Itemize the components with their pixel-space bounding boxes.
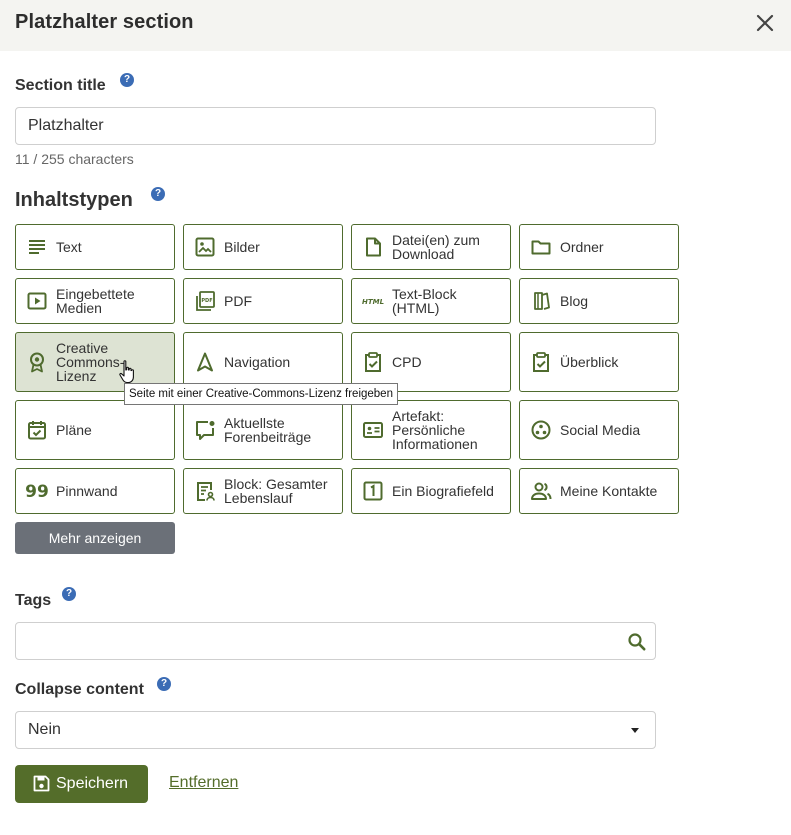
tags-label: Tags: [15, 592, 52, 609]
save-button-label: Speichern: [56, 775, 129, 792]
play-icon: [27, 292, 47, 310]
help-icon[interactable]: ?: [120, 73, 134, 87]
content-block-folder[interactable]: Ordner: [519, 224, 679, 270]
tooltip: Seite mit einer Creative-Commons-Lizenz …: [124, 383, 398, 405]
content-block-label: Pinnwand: [56, 483, 118, 499]
help-icon[interactable]: ?: [62, 587, 76, 601]
number-one-icon: [363, 481, 383, 501]
save-button[interactable]: Speichern: [15, 765, 148, 803]
content-block-label: Bilder: [224, 239, 260, 255]
navigation-icon: [197, 352, 213, 372]
content-block-label: Meine Kontakte: [560, 483, 658, 499]
content-block-embedded-media[interactable]: Eingebettete Medien: [15, 278, 175, 324]
content-block-blog[interactable]: Blog: [519, 278, 679, 324]
clipboard-check-icon: [365, 352, 381, 372]
search-icon[interactable]: [627, 632, 647, 652]
content-block-bio-field[interactable]: Ein Biografiefeld: [351, 468, 511, 514]
tags-input[interactable]: [15, 622, 656, 660]
quote-icon: 99: [26, 482, 48, 502]
content-block-label: Navigation: [224, 354, 291, 370]
calendar-check-icon: [28, 421, 46, 440]
close-icon[interactable]: [752, 10, 778, 36]
book-icon: [534, 292, 550, 310]
content-block-plans[interactable]: Pläne: [15, 400, 175, 460]
award-icon: [30, 352, 44, 373]
help-icon[interactable]: ?: [151, 187, 165, 201]
folder-icon: [531, 240, 551, 255]
content-block-label: Datei(en) zum Download: [392, 232, 480, 262]
content-block-images[interactable]: Bilder: [183, 224, 343, 270]
clipboard-check-icon: [533, 352, 549, 372]
message-icon: [196, 421, 215, 440]
content-block-label: CPD: [392, 354, 422, 370]
content-block-label: Überblick: [560, 354, 619, 370]
collapse-content-label: Collapse content: [15, 681, 144, 698]
caret-down-icon: [631, 728, 639, 733]
contacts-icon: [531, 482, 552, 500]
char-counter: 11 / 255 characters: [15, 151, 134, 167]
content-block-html[interactable]: HTML Text-Block (HTML): [351, 278, 511, 324]
remove-link[interactable]: Entfernen: [169, 774, 238, 792]
content-block-file-download[interactable]: Datei(en) zum Download: [351, 224, 511, 270]
section-title-input[interactable]: [15, 107, 656, 145]
select-value: Nein: [28, 721, 61, 738]
content-block-contacts[interactable]: Meine Kontakte: [519, 468, 679, 514]
svg-text:99: 99: [26, 482, 48, 502]
modal-title: Platzhalter section: [15, 11, 194, 33]
svg-text:PDF: PDF: [201, 298, 212, 304]
content-block-text[interactable]: Text: [15, 224, 175, 270]
content-block-wall[interactable]: 99 Pinnwand: [15, 468, 175, 514]
content-block-label: Pläne: [56, 422, 92, 438]
content-block-overview[interactable]: Überblick: [519, 332, 679, 392]
section-title-label: Section title: [15, 77, 106, 94]
help-icon[interactable]: ?: [157, 677, 171, 691]
content-block-label: Ein Biografiefeld: [392, 483, 494, 499]
content-block-personal-info[interactable]: Artefakt: Persönliche Informationen: [351, 400, 511, 460]
content-block-label: Eingebettete Medien: [56, 286, 135, 316]
content-block-label: Ordner: [560, 239, 604, 255]
content-block-label: Block: Gesamter Lebenslauf: [224, 476, 328, 506]
collapse-content-select[interactable]: Nein: [15, 711, 656, 749]
content-block-label: Text-Block (HTML): [392, 286, 457, 316]
html-icon: HTML: [362, 298, 384, 306]
hand-cursor-icon: [119, 360, 134, 384]
content-block-label: Aktuellste Forenbeiträge: [224, 415, 312, 445]
content-block-social-media[interactable]: Social Media: [519, 400, 679, 460]
content-block-pdf[interactable]: PDF PDF: [183, 278, 343, 324]
content-block-label: Blog: [560, 293, 589, 309]
social-icon: [531, 420, 551, 440]
id-card-icon: [363, 422, 383, 438]
pdf-icon: PDF: [196, 291, 215, 311]
content-types-heading: Inhaltstypen: [15, 189, 133, 211]
resume-icon: [197, 482, 215, 501]
content-block-label: Social Media: [560, 422, 641, 438]
svg-text:HTML: HTML: [362, 298, 384, 306]
content-block-label: Creative Commons-Lizenz: [56, 340, 125, 384]
content-block-resume[interactable]: Block: Gesamter Lebenslauf: [183, 468, 343, 514]
content-block-forum-posts[interactable]: Aktuellste Forenbeiträge: [183, 400, 343, 460]
text-lines-icon: [29, 240, 45, 254]
save-icon: [33, 775, 50, 792]
modal-header: Platzhalter section: [0, 0, 791, 51]
file-icon: [366, 237, 381, 257]
image-icon: [195, 237, 215, 257]
content-block-label: Artefakt: Persönliche Informationen: [392, 408, 478, 452]
content-block-label: Text: [56, 239, 82, 255]
content-block-label: PDF: [224, 293, 252, 309]
show-more-button[interactable]: Mehr anzeigen: [15, 522, 175, 554]
